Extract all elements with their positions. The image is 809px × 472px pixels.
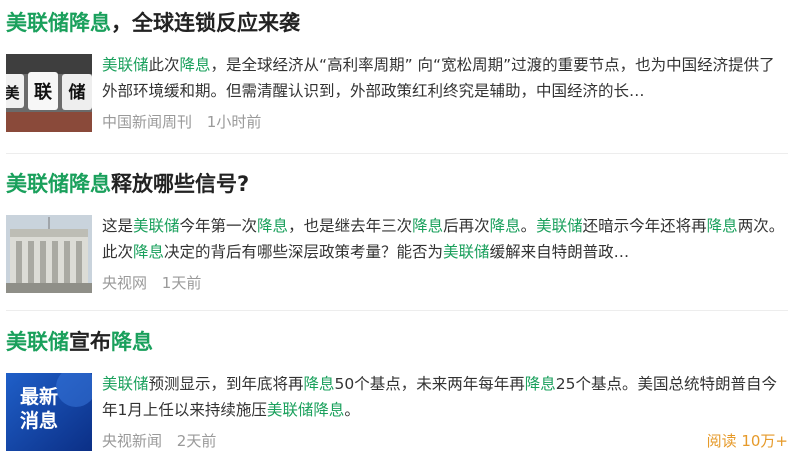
text-run: 50个基点，未来两年每年再 [334, 375, 525, 393]
text-run: 今年第一次 [179, 217, 258, 235]
news-source[interactable]: 中国新闻周刊 [102, 113, 192, 131]
text-run: 释放哪些信号? [111, 172, 250, 196]
news-title-2[interactable]: 美联储降息释放哪些信号? [6, 170, 788, 198]
keyword-highlight: 美联储 [536, 217, 583, 235]
keyword-highlight: 美联储 [6, 330, 69, 354]
text-run: 后再次 [443, 217, 490, 235]
keyword-highlight: 美联储降息 [6, 172, 111, 196]
keyword-highlight: 降息 [412, 217, 444, 235]
keyword-highlight: 美联储 [133, 217, 180, 235]
dice-letters-image[interactable]: 美 联 储 [6, 54, 92, 132]
keyword-highlight: 降息 [257, 217, 289, 235]
text-run: 这是 [102, 217, 134, 235]
keyword-highlight: 降息 [111, 330, 153, 354]
read-count: 阅读 10万+ [706, 432, 788, 450]
thumb-caption-line-2: 消息 [20, 410, 59, 432]
divider [6, 153, 788, 154]
federal-reserve-building-image[interactable] [6, 215, 92, 293]
news-summary-3[interactable]: 美联储预测显示，到年底将再降息50个基点，未来两年每年再降息25个基点。美国总统… [102, 371, 788, 423]
news-title-1[interactable]: 美联储降息，全球连锁反应来袭 [6, 9, 788, 37]
news-item-2[interactable]: 美联储降息释放哪些信号? 这是美联储今年第一次降息，也是继去年三次降息后再次降息… [6, 170, 788, 293]
thumb-caption: 最新 消息 [20, 385, 70, 433]
news-summary-1[interactable]: 美联储此次降息，是全球经济从“高利率周期” 向“宽松周期”过渡的重要节点，也为中… [102, 52, 788, 104]
news-item-3[interactable]: 美联储宣布降息 最新 消息 美联储预测显示，到年底将再降息50个基点，未来两年每… [6, 328, 788, 451]
keyword-highlight: 降息 [133, 243, 165, 261]
svg-text:美: 美 [6, 84, 20, 102]
keyword-highlight: 美联储 [443, 243, 490, 261]
keyword-highlight: 美联储降息 [266, 401, 345, 419]
text-run: ，也是继去年三次 [288, 217, 413, 235]
keyword-highlight: 降息 [179, 56, 211, 74]
text-run: 。 [520, 217, 537, 235]
keyword-highlight: 美联储 [102, 56, 149, 74]
text-run: 还暗示今年还将再 [582, 217, 707, 235]
keyword-highlight: 降息 [303, 375, 335, 393]
news-meta-2: 央视网 1天前 [102, 273, 788, 293]
news-meta-1: 中国新闻周刊 1小时前 [102, 112, 788, 132]
text-run: 宣布 [69, 330, 111, 354]
news-source[interactable]: 央视网 [102, 274, 147, 292]
text-run: 缓解来自特朗普政… [489, 243, 630, 261]
news-item-1[interactable]: 美联储降息，全球连锁反应来袭 美 联 储 美联储此次降息，是全球经济从“高利率周… [6, 9, 788, 132]
news-time: 1小时前 [206, 113, 262, 131]
news-meta-3: 央视新闻 2天前 阅读 10万+ [102, 431, 788, 451]
news-time: 2天前 [176, 432, 217, 450]
text-run: 此次 [148, 56, 180, 74]
text-run: ，全球连锁反应来袭 [111, 11, 300, 35]
text-run: 预测显示，到年底将再 [148, 375, 304, 393]
keyword-highlight: 美联储 [102, 375, 149, 393]
thumb-caption-line-1: 最新 [20, 386, 59, 408]
keyword-highlight: 美联储降息 [6, 11, 111, 35]
divider [6, 310, 788, 311]
news-source[interactable]: 央视新闻 [102, 432, 162, 450]
svg-text:储: 储 [69, 82, 86, 103]
news-feed: 美联储降息，全球连锁反应来袭 美 联 储 美联储此次降息，是全球经济从“高利率周… [0, 0, 809, 472]
keyword-highlight: 降息 [706, 217, 738, 235]
news-time: 1天前 [161, 274, 202, 292]
keyword-highlight: 降息 [524, 375, 556, 393]
svg-text:联: 联 [34, 82, 52, 103]
news-title-3[interactable]: 美联储宣布降息 [6, 328, 788, 356]
text-run: 决定的背后有哪些深层政策考量？能否为 [164, 243, 444, 261]
breaking-news-image[interactable]: 最新 消息 [6, 373, 92, 451]
keyword-highlight: 降息 [489, 217, 521, 235]
news-summary-2[interactable]: 这是美联储今年第一次降息，也是继去年三次降息后再次降息。美联储还暗示今年还将再降… [102, 213, 788, 265]
text-run: 。 [344, 401, 360, 419]
